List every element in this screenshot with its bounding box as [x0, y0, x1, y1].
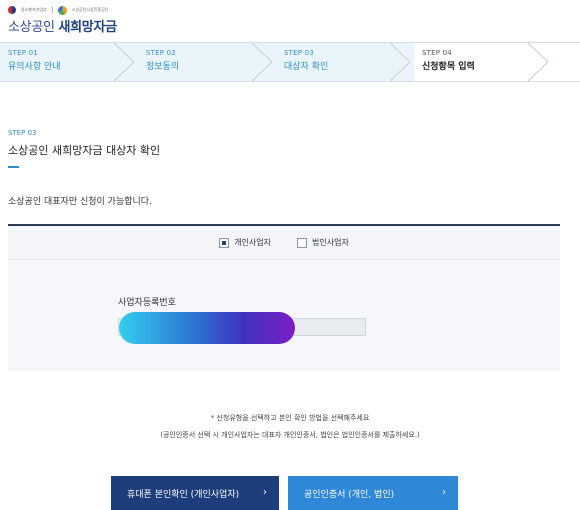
- agency-logo-icon: [57, 5, 67, 15]
- checkbox-individual[interactable]: [219, 237, 230, 248]
- button-label: 공인인증서 (개인, 법인): [304, 489, 395, 500]
- brand-name: 새희망자금: [58, 20, 117, 35]
- page-title: 소상공인 새희망자금 대상자 확인: [8, 144, 161, 157]
- option-label: 개인사업자: [234, 238, 271, 247]
- instruction-line-2: (공인인증서 선택 시 개인사업자는 대표자 개인인증서, 법인은 법인인증서를…: [160, 431, 420, 439]
- chevron-right-icon: ›: [442, 487, 446, 498]
- agency-logo-text: 소상공인시장진흥공단: [71, 7, 109, 12]
- option-corporate-business[interactable]: 법인사업자: [297, 237, 349, 248]
- site-brand[interactable]: 소상공인 새희망자금: [8, 16, 117, 35]
- business-number-input[interactable]: [118, 312, 366, 344]
- option-label: 법인사업자: [312, 238, 349, 247]
- business-type-selector: 개인사업자 법인사업자: [8, 224, 560, 259]
- business-number-label: 사업자등록번호: [118, 298, 176, 308]
- ministry-logo-text: 중소벤처기업부: [21, 7, 47, 12]
- step-chevron-icon: [114, 43, 134, 81]
- chevron-right-icon: ›: [263, 487, 267, 498]
- header-logos: 중소벤처기업부 소상공인시장진흥공단: [8, 5, 109, 15]
- ministry-logo-icon: [8, 6, 16, 14]
- button-label: 휴대폰 본인확인 (개인사업자): [127, 489, 240, 500]
- step-chevron-icon: [528, 43, 548, 81]
- option-individual-business[interactable]: 개인사업자: [219, 237, 271, 248]
- logo-divider: [51, 7, 53, 13]
- step-chevron-icon: [252, 43, 272, 81]
- form-body: 사업자등록번호: [8, 259, 560, 371]
- instruction-line-1: * 신청유형을 선택하고 본인 확인 방법을 선택해주세요: [210, 414, 370, 422]
- title-underline: [8, 166, 19, 168]
- certificate-button[interactable]: 공인인증서 (개인, 법인) ›: [288, 476, 458, 510]
- redaction-overlay: [119, 312, 295, 344]
- eligibility-notice: 소상공인 대표자만 신청이 가능합니다.: [8, 197, 152, 207]
- brand-prefix: 소상공인: [8, 20, 55, 35]
- phone-verification-button[interactable]: 휴대폰 본인확인 (개인사업자) ›: [111, 476, 279, 510]
- section-step-label: STEP 03: [8, 129, 37, 137]
- checkbox-corporate[interactable]: [297, 237, 307, 248]
- step-progress-bar: STEP 01 유의사항 안내 STEP 02 정보동의 STEP 03 대상자…: [0, 42, 580, 82]
- step-chevron-icon: [390, 43, 410, 81]
